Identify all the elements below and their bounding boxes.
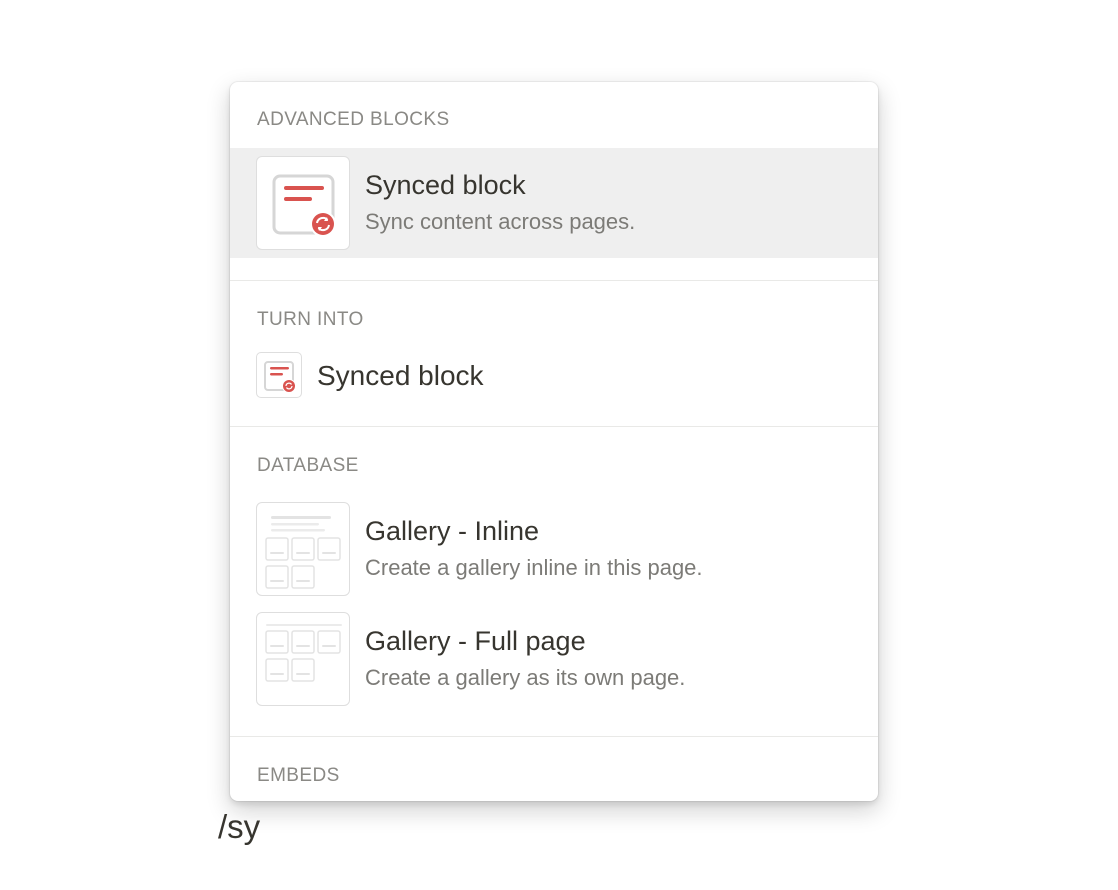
synced-block-icon <box>256 156 350 250</box>
menu-item-turn-into-synced-block[interactable]: Synced block <box>230 348 878 404</box>
gallery-full-page-icon <box>256 612 350 706</box>
menu-item-gallery-inline[interactable]: Gallery - Inline Create a gallery inline… <box>230 494 878 604</box>
item-description: Sync content across pages. <box>365 209 636 234</box>
section-divider <box>230 280 878 281</box>
section-header-database: DATABASE <box>257 455 359 476</box>
typed-slash-command: /sy <box>218 808 261 845</box>
gallery-inline-icon <box>256 502 350 596</box>
item-title: Gallery - Full page <box>365 626 586 656</box>
synced-block-icon <box>256 352 302 398</box>
item-title: Synced block <box>365 170 526 200</box>
item-description: Create a gallery as its own page. <box>365 665 686 690</box>
menu-item-gallery-full-page[interactable]: Gallery - Full page Create a gallery as … <box>230 604 878 714</box>
editor-text-line[interactable]: /sy <box>218 808 260 846</box>
section-divider <box>230 736 878 737</box>
item-title: Synced block <box>317 360 484 391</box>
section-header-advanced-blocks: ADVANCED BLOCKS <box>257 109 450 130</box>
menu-item-synced-block[interactable]: Synced block Sync content across pages. <box>230 148 878 258</box>
section-divider <box>230 426 878 427</box>
slash-command-menu: ADVANCED BLOCKS Synced block Sync conten… <box>230 82 878 801</box>
section-header-embeds: EMBEDS <box>257 765 340 786</box>
item-description: Create a gallery inline in this page. <box>365 555 703 580</box>
item-title: Gallery - Inline <box>365 516 540 546</box>
section-header-turn-into: TURN INTO <box>257 309 364 330</box>
